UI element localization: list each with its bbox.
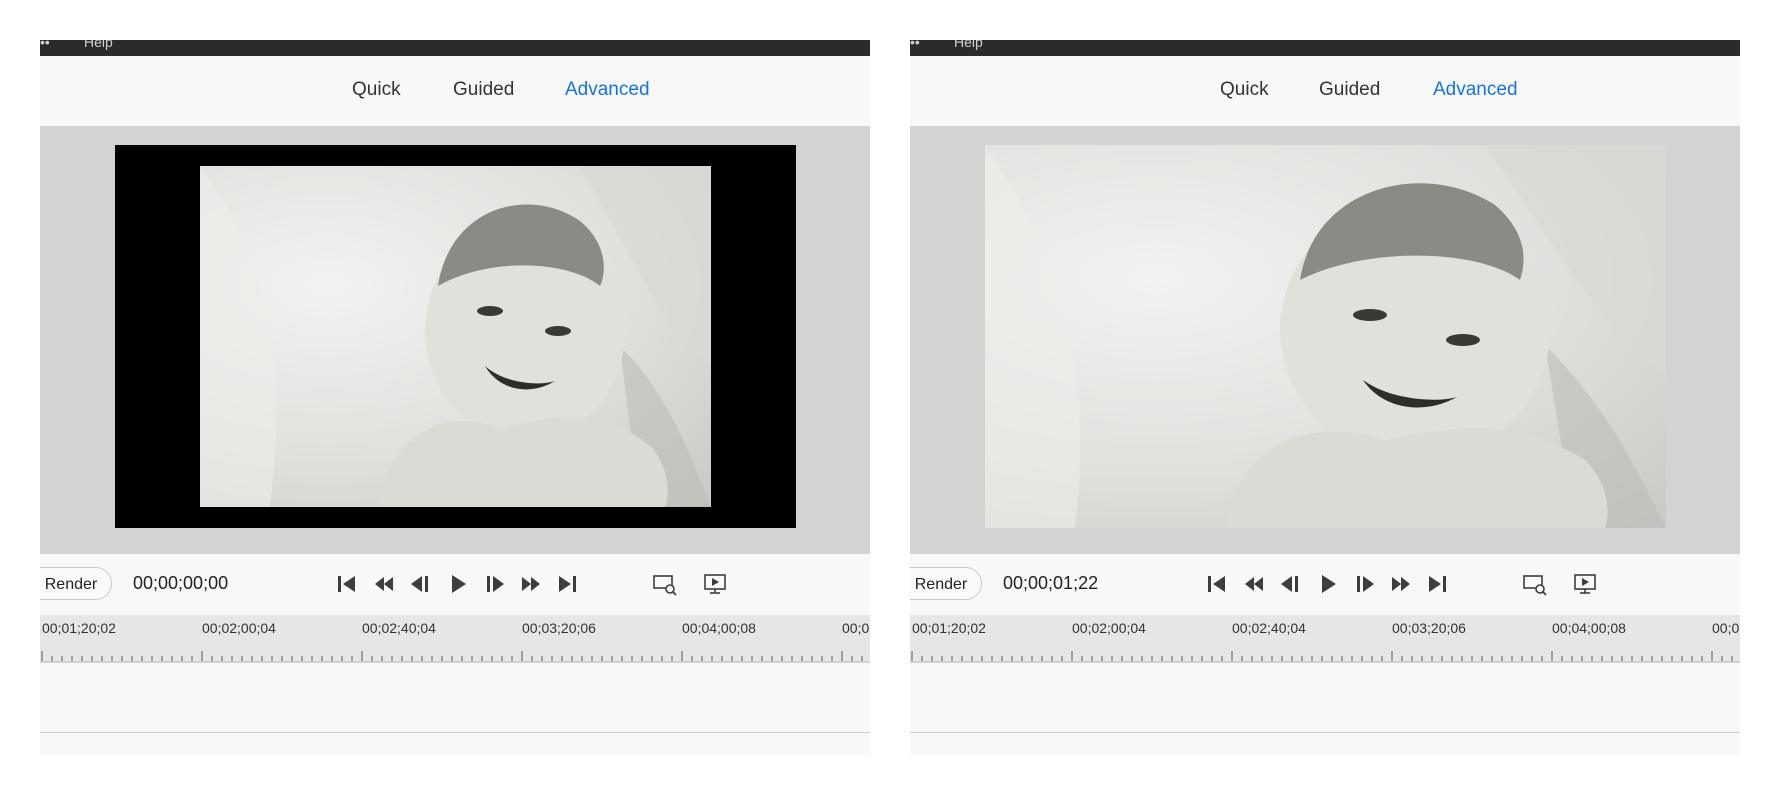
ruler-label: 00;03;20;06 bbox=[1392, 620, 1466, 636]
frame-forward-icon[interactable] bbox=[1351, 572, 1377, 596]
editor-window-left: •• Help Quick Guided Advanced Render 00;… bbox=[40, 40, 870, 755]
menu-bar: •• Help bbox=[910, 40, 1740, 56]
menu-item-help[interactable]: Help bbox=[84, 40, 113, 50]
go-to-end-icon[interactable] bbox=[554, 572, 580, 596]
fullscreen-preview-icon[interactable] bbox=[702, 572, 728, 596]
editor-window-right: •• Help Quick Guided Advanced Render 00;… bbox=[910, 40, 1740, 755]
ruler-label: 00;02;40;04 bbox=[1232, 620, 1306, 636]
render-button[interactable]: Render bbox=[910, 567, 982, 600]
current-timecode: 00;00;00;00 bbox=[133, 573, 229, 593]
timeline-ruler[interactable]: 00;01;20;02 00;02;00;04 00;02;40;04 00;0… bbox=[40, 615, 870, 663]
timeline-track-area[interactable] bbox=[910, 663, 1740, 755]
ruler-ticks bbox=[40, 651, 870, 663]
menu-bar: •• Help bbox=[40, 40, 870, 56]
menu-item-help[interactable]: Help bbox=[954, 40, 983, 50]
baby-photo bbox=[200, 166, 711, 507]
step-forward-icon[interactable] bbox=[518, 572, 544, 596]
zoom-preview-icon[interactable] bbox=[652, 572, 678, 596]
tab-guided[interactable]: Guided bbox=[453, 78, 514, 102]
video-preview bbox=[910, 126, 1740, 554]
menu-item-partial[interactable]: •• bbox=[910, 40, 920, 50]
video-frame bbox=[115, 145, 796, 528]
render-button[interactable]: Render bbox=[40, 567, 112, 600]
tab-advanced[interactable]: Advanced bbox=[565, 78, 650, 102]
ruler-label: 00;03;20;06 bbox=[522, 620, 596, 636]
transport-bar: Render 00;00;00;00 bbox=[40, 554, 870, 615]
frame-back-icon[interactable] bbox=[1278, 572, 1304, 596]
current-timecode: 00;00;01;22 bbox=[1003, 573, 1099, 593]
transport-bar: Render 00;00;01;22 bbox=[910, 554, 1740, 615]
ruler-label: 00;04;00;08 bbox=[682, 620, 756, 636]
ruler-label: 00;01;20;02 bbox=[42, 620, 116, 636]
play-icon[interactable] bbox=[1315, 572, 1341, 596]
step-back-icon[interactable] bbox=[1241, 572, 1267, 596]
track-divider bbox=[910, 732, 1740, 733]
tab-quick[interactable]: Quick bbox=[352, 78, 401, 102]
ruler-label: 00;02;00;04 bbox=[202, 620, 276, 636]
menu-item-partial[interactable]: •• bbox=[40, 40, 50, 50]
go-to-start-icon[interactable] bbox=[1204, 572, 1230, 596]
ruler-label: 00;02;00;04 bbox=[1072, 620, 1146, 636]
play-icon[interactable] bbox=[445, 572, 471, 596]
frame-back-icon[interactable] bbox=[408, 572, 434, 596]
mode-tabs: Quick Guided Advanced bbox=[40, 56, 870, 126]
ruler-label: 00;01;20;02 bbox=[912, 620, 986, 636]
video-preview bbox=[40, 126, 870, 554]
baby-photo bbox=[985, 145, 1666, 528]
step-back-icon[interactable] bbox=[371, 572, 397, 596]
ruler-label: 00;04;00;08 bbox=[1552, 620, 1626, 636]
ruler-ticks bbox=[910, 651, 1740, 663]
frame-forward-icon[interactable] bbox=[481, 572, 507, 596]
timeline-track-area[interactable] bbox=[40, 663, 870, 755]
mode-tabs: Quick Guided Advanced bbox=[910, 56, 1740, 126]
tab-guided[interactable]: Guided bbox=[1319, 78, 1380, 102]
ruler-label: 00;02;40;04 bbox=[362, 620, 436, 636]
ruler-label: 00;0 bbox=[1712, 620, 1740, 636]
tab-quick[interactable]: Quick bbox=[1220, 78, 1269, 102]
go-to-start-icon[interactable] bbox=[334, 572, 360, 596]
go-to-end-icon[interactable] bbox=[1424, 572, 1450, 596]
tab-advanced[interactable]: Advanced bbox=[1433, 78, 1518, 102]
ruler-label: 00;0 bbox=[842, 620, 870, 636]
timeline-ruler[interactable]: 00;01;20;02 00;02;00;04 00;02;40;04 00;0… bbox=[910, 615, 1740, 663]
track-divider bbox=[40, 732, 870, 733]
fullscreen-preview-icon[interactable] bbox=[1572, 572, 1598, 596]
step-forward-icon[interactable] bbox=[1388, 572, 1414, 596]
zoom-preview-icon[interactable] bbox=[1522, 572, 1548, 596]
